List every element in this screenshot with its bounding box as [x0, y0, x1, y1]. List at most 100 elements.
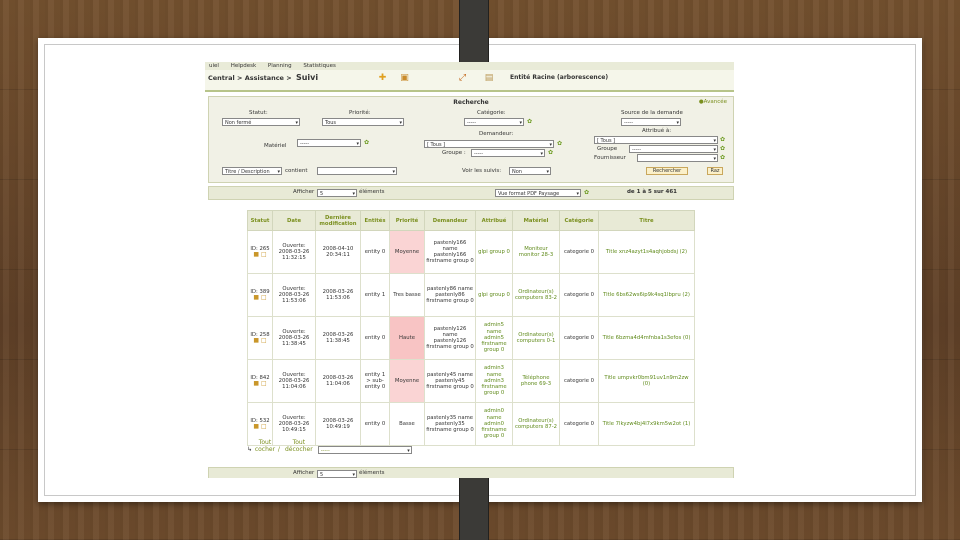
table-row[interactable]: ID: 842 ■ □ Ouverte: 2008-03-26 11:04:06 20…	[247, 359, 695, 403]
priority-cell: Haute	[389, 316, 425, 360]
col-date[interactable]: Date	[272, 210, 316, 231]
pager-bottom-show-select[interactable]: 5	[317, 470, 357, 478]
material-cell[interactable]: Ordinateur(s) computers 83-2	[512, 273, 560, 317]
material-cell[interactable]: Ordinateur(s) computers 0-1	[512, 316, 560, 360]
menu-item[interactable]: uiel	[209, 63, 219, 69]
modified-cell-text: 2008-04-10 20:34:11	[322, 245, 354, 258]
category-select[interactable]: -----	[464, 118, 524, 127]
col-status[interactable]: Statut	[247, 210, 273, 231]
modified-cell-text: 2008-03-26 11:53:06	[322, 288, 354, 301]
title-cell[interactable]: Title 7lkyzw4bj4l7x9km5w2ot (1)	[598, 402, 695, 446]
material-cell[interactable]: Moniteur monitor 28-3	[512, 230, 560, 274]
requester-search-icon[interactable]: ✿	[557, 140, 562, 147]
col-category[interactable]: Catégorie	[559, 210, 599, 231]
requester-select[interactable]: [ Tous ]	[424, 140, 554, 149]
supplier-select[interactable]	[637, 154, 718, 163]
col-material[interactable]: Matériel	[512, 210, 560, 231]
category-search-icon[interactable]: ✿	[527, 118, 532, 125]
bulk-action-select[interactable]: -----	[317, 446, 412, 455]
material-select[interactable]: -----	[297, 139, 361, 148]
material-cell-text: Ordinateur(s) computers 83-2	[514, 288, 557, 301]
pager-show-select[interactable]: 5	[317, 189, 357, 198]
modified-cell: 2008-03-26 11:53:06	[315, 273, 361, 317]
pager-show-label: Afficher	[293, 189, 315, 195]
date-cell-text: Ouverte: 2008-03-26 11:32:15	[278, 242, 310, 262]
assigned-cell[interactable]: admin3 name admin3 firstname group 0	[475, 359, 513, 403]
col-entities[interactable]: Entités	[360, 210, 390, 231]
source-select[interactable]: -----	[621, 118, 681, 127]
assigned-cell[interactable]: glpi group 0	[475, 273, 513, 317]
assigned-cell[interactable]: admin5 name admin5 firstname group 0	[475, 316, 513, 360]
date-cell: Ouverte: 2008-03-26 11:53:06	[272, 273, 316, 317]
contains-input[interactable]	[317, 167, 397, 176]
title-cell-text: Title 6bs62ws6ip9k4sq1lbpru (2)	[603, 291, 690, 298]
breadcrumb-assistance[interactable]: Assistance >	[245, 74, 292, 82]
search-button[interactable]: Rechercher	[646, 167, 688, 175]
material-cell[interactable]: Téléphone phone 69-3	[512, 359, 560, 403]
menu-item-planning[interactable]: Planning	[268, 63, 292, 69]
col-last-modified[interactable]: Dernière modification	[315, 210, 361, 231]
search-ticket-icon[interactable]: ▣	[399, 73, 410, 84]
menu-item-helpdesk[interactable]: Helpdesk	[231, 63, 256, 69]
advanced-search-link[interactable]: ●Avancée	[699, 99, 727, 105]
assigned-select[interactable]: [ Tous ]	[594, 136, 718, 145]
uncheck-all-link[interactable]: Tout décocher	[282, 439, 316, 453]
title-cell[interactable]: Title 6bzma4d4mfnba1s3efos (0)	[598, 316, 695, 360]
date-cell-text: Ouverte: 2008-03-26 11:04:06	[278, 371, 310, 391]
field-select[interactable]: Titre / Description	[222, 167, 282, 176]
modified-cell: 2008-03-26 11:38:45	[315, 316, 361, 360]
col-assigned[interactable]: Attribué	[475, 210, 513, 231]
requester-group-select[interactable]: -----	[471, 149, 545, 158]
table-row[interactable]: ID: 265 ■ □ Ouverte: 2008-03-26 11:32:15 20…	[247, 230, 695, 274]
material-search-icon[interactable]: ✿	[364, 139, 369, 146]
status-icon: ■ □	[253, 337, 267, 344]
priority-cell: Moyenne	[389, 230, 425, 274]
category-cell: categorie 0	[559, 230, 599, 274]
check-all-link[interactable]: Tout cocher	[254, 439, 276, 453]
col-requester[interactable]: Demandeur	[424, 210, 476, 231]
requester-cell-text: pastenly35 name pastenly35 firstname gro…	[426, 414, 474, 434]
category-cell-text: categorie 0	[563, 334, 595, 341]
menu-item-statistics[interactable]: Statistiques	[303, 63, 335, 69]
priority-select[interactable]: Tous	[322, 118, 404, 127]
followups-select[interactable]: Non	[509, 167, 551, 176]
assigned-cell-text: glpi group 0	[478, 291, 510, 298]
reset-button[interactable]: Raz	[707, 167, 723, 175]
col-priority[interactable]: Priorité	[389, 210, 425, 231]
entity-tree-icon[interactable]: ▤	[480, 73, 498, 84]
expand-icon[interactable]: ⤢	[457, 73, 468, 84]
requester-group-search-icon[interactable]: ✿	[548, 149, 553, 156]
title-cell[interactable]: Title 6bs62ws6ip9k4sq1lbpru (2)	[598, 273, 695, 317]
status-icon: ■ □	[253, 294, 267, 301]
assigned-cell-text: admin5 name admin5 firstname group 0	[481, 322, 507, 354]
pager-items-label: éléments	[359, 189, 385, 195]
assigned-group-select[interactable]: -----	[629, 145, 718, 154]
assigned-cell[interactable]: glpi group 0	[475, 230, 513, 274]
table-row[interactable]: ID: 389 ■ □ Ouverte: 2008-03-26 11:53:06 20…	[247, 273, 695, 317]
category-cell-text: categorie 0	[563, 420, 595, 427]
col-title[interactable]: Titre	[598, 210, 695, 231]
date-cell-text: Ouverte: 2008-03-26 11:53:06	[278, 285, 310, 305]
entity-cell: entity 0	[360, 316, 390, 360]
supplier-search-icon[interactable]: ✿	[720, 154, 725, 161]
add-ticket-icon[interactable]: ✚	[377, 73, 388, 84]
assigned-cell[interactable]: admin0 name admin0 firstname group 0	[475, 402, 513, 446]
priority-cell-text: Haute	[399, 334, 415, 341]
bulk-actions: ↳ Tout cocher / Tout décocher -----	[247, 439, 412, 455]
pager-top: Afficher 5 éléments Vue format PDF Paysa…	[208, 186, 734, 200]
table-row[interactable]: ID: 258 ■ □ Ouverte: 2008-03-26 11:38:45 20…	[247, 316, 695, 360]
material-cell-text: Ordinateur(s) computers 87-2	[514, 417, 557, 430]
export-select[interactable]: Vue format PDF Paysage	[495, 189, 581, 198]
breadcrumb-central[interactable]: Central >	[208, 74, 242, 82]
table-header-row: Statut Date Dernière modification Entité…	[247, 210, 695, 231]
title-cell[interactable]: Title xnz4azyt1s4aqhjobdsj (2)	[598, 230, 695, 274]
entity-cell-text: entity 0	[364, 420, 386, 427]
material-cell[interactable]: Ordinateur(s) computers 87-2	[512, 402, 560, 446]
requester-cell: pastenly86 name pastenly86 firstname gro…	[424, 273, 476, 317]
assigned-group-search-icon[interactable]: ✿	[720, 145, 725, 152]
export-icon[interactable]: ✿	[584, 189, 589, 196]
assigned-search-icon[interactable]: ✿	[720, 136, 725, 143]
status-select[interactable]: Non fermé	[222, 118, 300, 127]
assigned-cell-text: admin3 name admin3 firstname group 0	[481, 365, 507, 397]
title-cell[interactable]: Title umpvkr0bm91uv1n9m2zw (0)	[598, 359, 695, 403]
